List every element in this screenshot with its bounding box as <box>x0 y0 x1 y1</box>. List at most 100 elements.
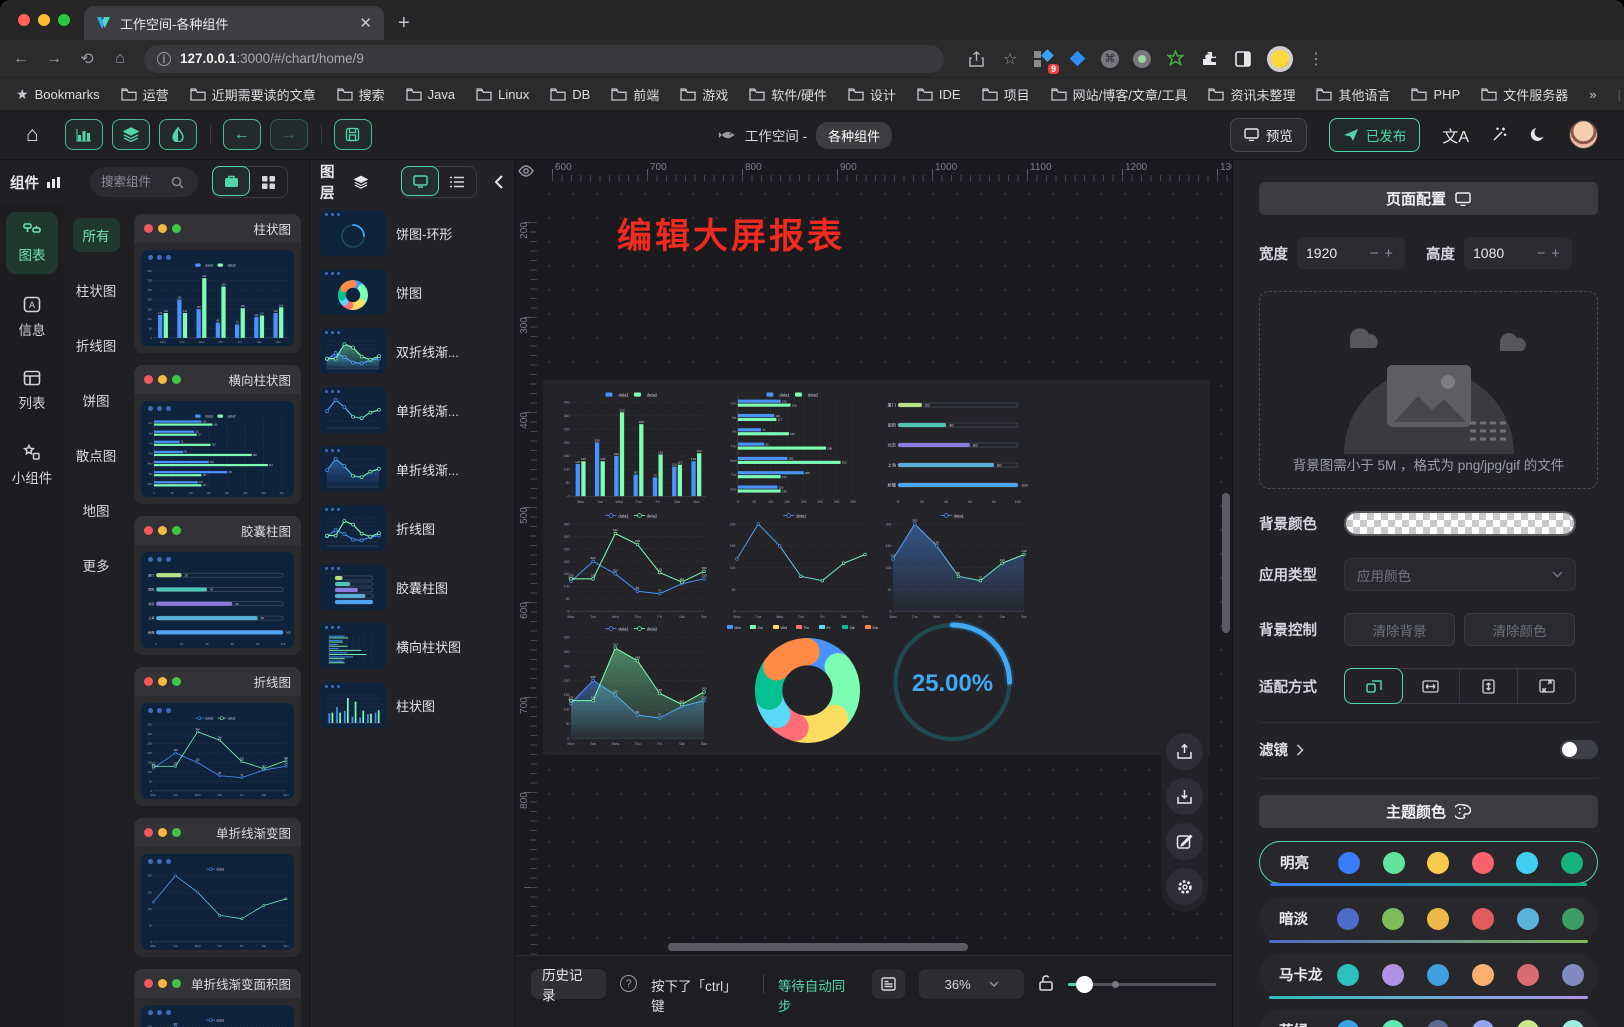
component-card-preview[interactable]: 050100150200250300350data1data2Sun130160… <box>141 401 294 497</box>
category-更多[interactable]: 更多 <box>73 548 120 582</box>
theme-color-dot[interactable] <box>1562 964 1584 986</box>
width-stepper[interactable]: 1920−+ <box>1297 237 1405 269</box>
bookmark-star-icon[interactable]: ☆ <box>1001 49 1019 69</box>
preview-button[interactable]: 预览 <box>1230 118 1307 152</box>
height-decrement[interactable]: − <box>1533 245 1548 262</box>
app-home-icon[interactable]: ⌂ <box>26 123 39 147</box>
theme-row-暗淡[interactable]: 暗淡 <box>1259 897 1598 940</box>
tab-close-icon[interactable]: ✕ <box>359 14 372 32</box>
extension-gem-icon[interactable] <box>1067 49 1087 69</box>
component-card-preview[interactable]: 厦门20南阳40北京60上海80新疆100020406080100 <box>141 552 294 648</box>
width-value[interactable]: 1920 <box>1306 245 1366 261</box>
profile-avatar[interactable] <box>1267 46 1293 72</box>
theme-row-马卡龙[interactable]: 马卡龙 <box>1259 953 1598 996</box>
address-bar[interactable]: i 127.0.0.1:3000/#/chart/home/9 <box>144 45 944 73</box>
workspace-name-pill[interactable]: 各种组件 <box>816 122 892 149</box>
component-card[interactable]: 胶囊柱图厦门20南阳40北京60上海80新疆100020406080100 <box>134 516 301 655</box>
publish-button[interactable]: 已发布 <box>1329 118 1421 152</box>
site-info-icon[interactable]: i <box>157 52 171 66</box>
extensions-puzzle-icon[interactable] <box>1199 49 1219 69</box>
bg-color-swatch[interactable] <box>1344 511 1576 536</box>
export-button[interactable] <box>1166 733 1203 770</box>
theme-color-dot[interactable] <box>1472 852 1494 874</box>
theme-color-dot[interactable] <box>1472 1020 1494 1027</box>
component-library-view-button[interactable] <box>212 166 250 196</box>
minimize-window-button[interactable] <box>38 14 50 26</box>
component-card[interactable]: 折线图050100150200250300350MonTueWedThuFriS… <box>134 667 301 806</box>
zoom-slider[interactable] <box>1068 969 1216 999</box>
browser-menu-icon[interactable]: ⋮ <box>1307 49 1325 69</box>
extension-circle-icon[interactable] <box>1133 50 1151 68</box>
layer-item[interactable]: 胶囊柱图 <box>320 564 504 610</box>
filter-toggle[interactable] <box>1560 740 1598 759</box>
layer-item[interactable]: 饼图 <box>320 269 504 315</box>
redo-button[interactable]: → <box>270 119 308 150</box>
undo-button[interactable]: ← <box>223 119 261 150</box>
extension-star-icon[interactable] <box>1165 49 1185 69</box>
bookmarks-root[interactable]: ★Bookmarks <box>16 86 100 103</box>
import-button[interactable] <box>1166 778 1203 815</box>
height-increment[interactable]: + <box>1548 245 1563 262</box>
theme-row-蓝绿[interactable]: 蓝绿 <box>1259 1009 1598 1027</box>
component-card-preview[interactable]: 050100150200250300350MonTueWedThuFriSatS… <box>141 250 294 346</box>
extension-command-icon[interactable]: ⌘ <box>1101 50 1119 68</box>
chart-gradient-area[interactable]: 050100150200MonTueWedThuFriSatSundata112… <box>881 513 1029 619</box>
vertical-scrollbar[interactable] <box>1222 493 1230 633</box>
bookmark-item[interactable]: 文件服务器 <box>1481 85 1568 104</box>
bookmark-item[interactable]: 资讯未整理 <box>1208 85 1295 104</box>
edit-button[interactable] <box>1166 823 1203 860</box>
nav-info[interactable]: A信息 <box>6 286 58 348</box>
bookmark-item[interactable]: 其他语言 <box>1316 85 1390 104</box>
component-grid-view-button[interactable] <box>249 167 287 197</box>
height-stepper[interactable]: 1080−+ <box>1464 237 1572 269</box>
layer-thumbnail-view-button[interactable] <box>401 166 439 196</box>
chart-capsule[interactable]: 厦门20南阳40北京60上海80新疆100020406080100 <box>881 392 1029 504</box>
category-饼图[interactable]: 饼图 <box>73 383 120 417</box>
extension-tabs-icon[interactable]: 9 <box>1033 49 1053 69</box>
nav-list[interactable]: 列表 <box>6 360 58 422</box>
slider-knob[interactable] <box>1076 976 1093 993</box>
theme-color-dot[interactable] <box>1337 964 1359 986</box>
settings-gear-icon[interactable] <box>1166 868 1203 905</box>
clear-color-button[interactable]: 清除颜色 <box>1464 613 1575 646</box>
theme-color-dot[interactable] <box>1562 908 1584 930</box>
theme-color-header[interactable]: 主题颜色 <box>1259 795 1598 828</box>
magic-wand-icon[interactable] <box>1491 126 1508 143</box>
height-value[interactable]: 1080 <box>1473 245 1533 261</box>
canvas-grid[interactable]: 编辑大屏报表 050100150200250300350MonTueWedThu… <box>537 182 1232 955</box>
theme-color-dot[interactable] <box>1382 908 1404 930</box>
theme-color-dot[interactable] <box>1427 1020 1449 1027</box>
theme-color-dot[interactable] <box>1382 964 1404 986</box>
language-icon[interactable]: 文A <box>1442 123 1469 147</box>
chart-progress-ring[interactable]: 25.00% <box>875 618 1030 746</box>
chart-bar[interactable]: 050100150200250300350MonTueWedThuFriSatS… <box>559 392 709 504</box>
bookmark-item[interactable]: 软件/硬件 <box>749 85 827 104</box>
theme-color-dot[interactable] <box>1427 964 1449 986</box>
layer-item[interactable]: 双折线渐... <box>320 328 504 374</box>
theme-color-dot[interactable] <box>1337 1020 1359 1027</box>
browser-tab[interactable]: 工作空间-各种组件 ✕ <box>84 6 384 40</box>
reload-icon[interactable]: ⟲ <box>78 49 96 69</box>
bookmark-item[interactable]: 游戏 <box>680 85 728 104</box>
browser-home-icon[interactable]: ⌂ <box>111 50 129 68</box>
nav-charts[interactable]: 图表 <box>6 212 58 274</box>
theme-color-dot[interactable] <box>1427 852 1449 874</box>
details-panel-toggle-button[interactable] <box>159 119 197 150</box>
bookmark-item[interactable]: 运营 <box>121 85 169 104</box>
fit-width-button[interactable] <box>1402 669 1460 703</box>
bookmark-item[interactable]: DB <box>550 85 590 104</box>
bookmark-item[interactable]: IDE <box>917 85 961 104</box>
chart-gradient-line[interactable]: 050100150200MonTueWedThuFriSatSundata1 <box>725 513 870 619</box>
component-card[interactable]: 横向柱状图050100150200250300350data1data2Sun1… <box>134 365 301 504</box>
category-柱状图[interactable]: 柱状图 <box>66 273 127 307</box>
background-upload-dropzone[interactable]: 背景图需小于 5M ，格式为 png/jpg/gif 的文件 <box>1259 291 1598 489</box>
chart-double-area[interactable]: 050100150200250300350MonTueWedThuFriSatS… <box>559 626 709 746</box>
lock-icon[interactable] <box>1038 973 1054 993</box>
search-input[interactable] <box>99 174 171 190</box>
report-icon-button[interactable] <box>872 969 906 999</box>
bookmark-item[interactable]: 前端 <box>611 85 659 104</box>
bookmark-item[interactable]: 设计 <box>848 85 896 104</box>
zoom-select[interactable]: 36% <box>919 969 1024 999</box>
sidebar-toggle-icon[interactable] <box>1233 49 1253 69</box>
component-card-preview[interactable]: 050100150200250300350MonTueWedThuFriSatS… <box>141 703 294 799</box>
